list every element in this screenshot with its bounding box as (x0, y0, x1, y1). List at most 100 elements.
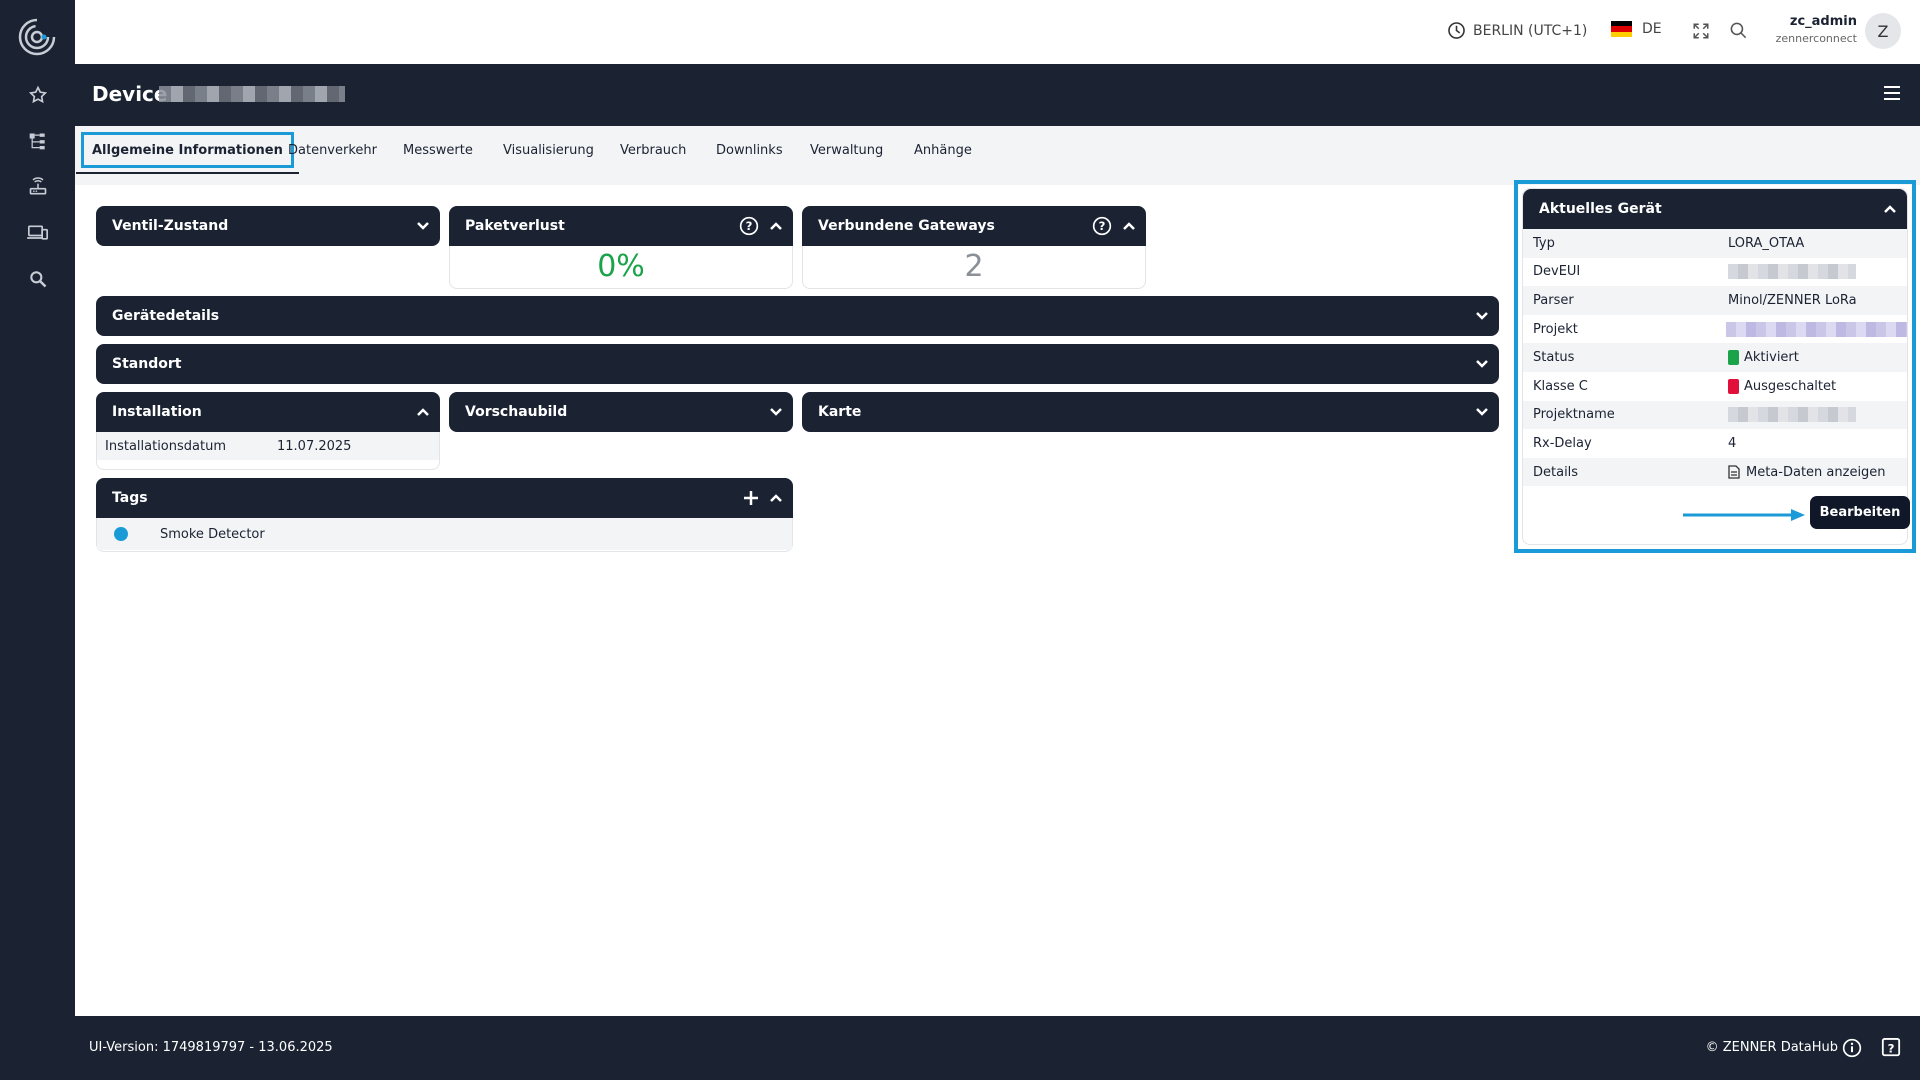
panel-installation: Installation Installationsdatum 11.07.20… (96, 392, 440, 470)
nav-hierarchy[interactable] (0, 126, 75, 156)
nav-devices[interactable] (0, 218, 75, 248)
chevron-up-icon[interactable] (769, 493, 783, 503)
panel-header[interactable]: Verbundene Gateways ? (802, 206, 1146, 246)
panel-vorschaubild: Vorschaubild (449, 392, 793, 432)
user-name: zc_admin (1789, 14, 1857, 29)
panel-title: Tags (112, 490, 148, 506)
chevron-up-icon[interactable] (416, 407, 430, 417)
projekt-link-redacted[interactable] (1726, 321, 1907, 337)
nav-favorites[interactable] (0, 80, 75, 110)
info-icon (1842, 1038, 1862, 1058)
clock-icon (1448, 22, 1465, 39)
device-details-list: Typ LORA_OTAA DevEUI Parser Minol/ZENNER L… (1523, 229, 1907, 487)
svg-text:?: ? (1888, 1042, 1895, 1056)
tag-item[interactable]: Smoke Detector (97, 518, 792, 550)
search-icon (1730, 22, 1747, 39)
arrow-pointer-icon (1683, 509, 1805, 521)
nav-search[interactable] (0, 264, 75, 294)
ui-version: UI-Version: 1749819797 - 13.06.2025 (89, 1040, 333, 1055)
row-value: LORA_OTAA (1728, 235, 1805, 251)
row-key: Klasse C (1533, 378, 1588, 394)
chevron-down-icon[interactable] (1475, 359, 1489, 369)
device-name-redacted (159, 86, 345, 102)
router-icon (29, 177, 46, 195)
panel-header[interactable]: Karte (802, 392, 1499, 432)
panel-header[interactable]: Vorschaubild (449, 392, 793, 432)
meta-daten-link[interactable]: Meta-Daten anzeigen (1746, 465, 1886, 480)
status-indicator (1728, 378, 1739, 394)
row-key: Projektname (1533, 407, 1615, 423)
avatar[interactable]: Z (1865, 13, 1901, 49)
timezone-display[interactable]: BERLIN (UTC+1) (1447, 21, 1587, 40)
panel-header[interactable]: Aktuelles Gerät (1523, 189, 1907, 229)
row-value: Minol/ZENNER LoRa (1728, 292, 1857, 308)
row-key: DevEUI (1533, 264, 1581, 280)
language-selector[interactable]: DE (1611, 21, 1662, 37)
tag-label: Smoke Detector (160, 526, 265, 542)
panel-aktuelles-geraet: Aktuelles Gerät Typ LORA_OTAA DevEUI Pars… (1522, 188, 1908, 545)
header-search-button[interactable] (1729, 21, 1748, 44)
panel-geraetedetails: Gerätedetails (96, 296, 1499, 336)
help-circle-icon[interactable]: ? (1092, 216, 1112, 236)
page-title: Device (92, 82, 168, 106)
panel-header[interactable]: Standort (96, 344, 1499, 384)
panel-header[interactable]: Gerätedetails (96, 296, 1499, 336)
status-indicator (1728, 350, 1739, 366)
chevron-down-icon[interactable] (769, 407, 783, 417)
chevron-up-icon[interactable] (1883, 204, 1897, 214)
panel-paketverlust: Paketverlust ? 0% (449, 206, 793, 289)
star-icon (28, 85, 47, 104)
panel-header[interactable]: Installation (96, 392, 440, 432)
panel-header[interactable]: Ventil-Zustand (96, 206, 440, 246)
menu-button[interactable] (1882, 84, 1902, 106)
fullscreen-button[interactable] (1692, 22, 1710, 44)
german-flag-icon (1611, 21, 1632, 37)
info-button[interactable] (1842, 1038, 1862, 1062)
hamburger-icon (1884, 86, 1900, 100)
panel-verbundene-gateways: Verbundene Gateways ? 2 (802, 206, 1146, 289)
devices-icon (26, 225, 48, 240)
chevron-up-icon[interactable] (1122, 221, 1136, 231)
panel-title: Verbundene Gateways (818, 218, 995, 234)
gateways-value: 2 (964, 249, 984, 284)
plus-icon[interactable] (743, 490, 759, 506)
tab-datenverkehr[interactable]: Datenverkehr (288, 126, 377, 174)
installationsdatum-value: 11.07.2025 (277, 438, 352, 454)
chevron-down-icon[interactable] (1475, 311, 1489, 321)
user-info[interactable]: zc_admin zennerconnect (1776, 14, 1857, 45)
projektname-redacted (1728, 407, 1856, 423)
row-value: 4 (1728, 435, 1737, 451)
user-org: zennerconnect (1775, 32, 1857, 45)
tab-downlinks[interactable]: Downlinks (716, 126, 783, 174)
chevron-down-icon[interactable] (1475, 407, 1489, 417)
timezone-label: BERLIN (UTC+1) (1473, 22, 1588, 39)
installationsdatum-label: Installationsdatum (105, 438, 226, 454)
tab-visualisierung[interactable]: Visualisierung (503, 126, 594, 174)
bearbeiten-button[interactable]: Bearbeiten (1810, 496, 1910, 529)
help-circle-icon[interactable]: ? (739, 216, 759, 236)
tab-allgemeine-informationen[interactable]: Allgemeine Informationen (76, 132, 299, 174)
panel-header[interactable]: Tags (96, 478, 793, 518)
chevron-up-icon[interactable] (769, 221, 783, 231)
panel-title: Aktuelles Gerät (1539, 201, 1662, 217)
tab-anhaenge[interactable]: Anhänge (914, 126, 972, 174)
fullscreen-icon (1693, 23, 1709, 39)
tab-verbrauch[interactable]: Verbrauch (620, 126, 686, 174)
chevron-down-icon[interactable] (416, 221, 430, 231)
copyright: © ZENNER DataHub (1705, 1040, 1838, 1055)
tab-verwaltung[interactable]: Verwaltung (810, 126, 883, 174)
logo-icon[interactable] (17, 14, 57, 60)
nav-gateways[interactable] (0, 172, 75, 202)
panel-ventil-zustand: Ventil-Zustand (96, 206, 440, 246)
row-value: Ausgeschaltet (1744, 378, 1837, 394)
panel-karte: Karte (802, 392, 1499, 432)
panel-title: Paketverlust (465, 218, 565, 234)
sidebar (0, 0, 75, 1080)
tab-messwerte[interactable]: Messwerte (403, 126, 473, 174)
row-key: Projekt (1533, 321, 1578, 337)
device-row-deveui: DevEUI (1523, 258, 1907, 287)
panel-standort: Standort (96, 344, 1499, 384)
svg-text:?: ? (746, 219, 753, 233)
panel-header[interactable]: Paketverlust ? (449, 206, 793, 246)
help-button[interactable]: ? (1881, 1037, 1901, 1063)
